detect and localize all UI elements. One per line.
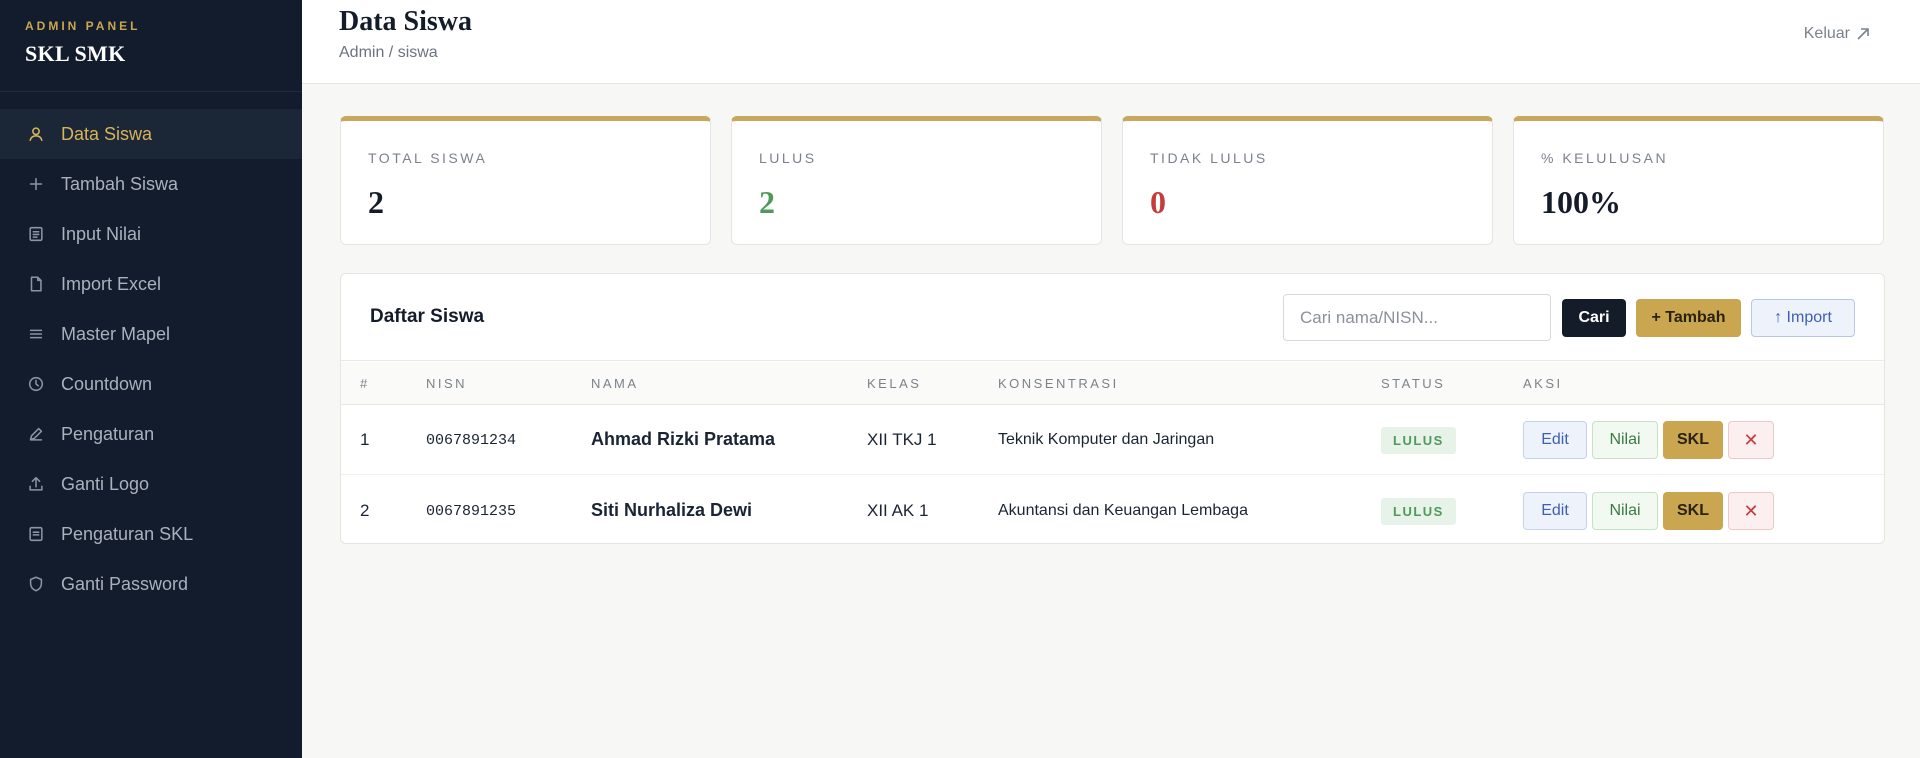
clock-icon (26, 374, 46, 394)
stat-value: 100% (1541, 184, 1621, 220)
pencil-icon (26, 424, 46, 444)
column-header-nisn: NISN (426, 376, 468, 391)
row-konsentrasi: Teknik Komputer dan Jaringan (998, 431, 1215, 448)
sidebar-item-pengaturan[interactable]: Pengaturan (0, 409, 302, 459)
nilai-button[interactable]: Nilai (1592, 421, 1658, 459)
sidebar-item-label: Tambah Siswa (61, 173, 179, 194)
sidebar: ADMIN PANEL SKL SMK Data Siswa Tambah Si… (0, 0, 302, 758)
menu-icon (26, 324, 46, 344)
file-icon (26, 274, 46, 294)
user-icon (26, 124, 46, 144)
panel-header: Daftar Siswa Cari + Tambah ↑ Import (341, 274, 1884, 361)
column-header-konsentrasi: KONSENTRASI (998, 376, 1119, 391)
table-row: 2 0067891235 Siti Nurhaliza Dewi XII AK … (341, 476, 1884, 543)
sidebar-item-input-nilai[interactable]: Input Nilai (0, 209, 302, 259)
skl-button[interactable]: SKL (1663, 421, 1723, 459)
sidebar-item-import-excel[interactable]: Import Excel (0, 259, 302, 309)
sidebar-item-tambah-siswa[interactable]: Tambah Siswa (0, 159, 302, 209)
row-nama: Siti Nurhaliza Dewi (591, 500, 753, 520)
breadcrumb: Admin / siswa (339, 44, 438, 61)
upload-icon (26, 474, 46, 494)
stat-value: 2 (759, 184, 775, 220)
row-nisn: 0067891234 (426, 432, 517, 449)
add-student-button[interactable]: + Tambah (1636, 299, 1741, 337)
row-nisn: 0067891235 (426, 503, 517, 520)
logout-link[interactable]: Keluar (1804, 25, 1870, 43)
search-input[interactable] (1283, 294, 1551, 341)
import-button[interactable]: ↑ Import (1751, 299, 1855, 337)
sidebar-item-label: Input Nilai (61, 223, 142, 244)
sidebar-item-pengaturan-skl[interactable]: Pengaturan SKL (0, 509, 302, 559)
stat-value: 0 (1150, 184, 1166, 220)
delete-button[interactable]: ✕ (1728, 492, 1774, 530)
table-header: # NISN NAMA KELAS KONSENTRASI STATUS AKS… (341, 362, 1884, 405)
list-icon (26, 224, 46, 244)
shield-icon (26, 574, 46, 594)
sidebar-item-label: Ganti Password (61, 573, 189, 594)
edit-button[interactable]: Edit (1523, 421, 1587, 459)
stat-label: LULUS (759, 150, 817, 166)
sidebar-item-label: Ganti Logo (61, 473, 150, 494)
skl-button[interactable]: SKL (1663, 492, 1723, 530)
stat-card-lulus: LULUS 2 (731, 116, 1102, 245)
row-number: 1 (360, 430, 370, 449)
page-header: Data Siswa Admin / siswa Keluar (302, 0, 1920, 84)
sidebar-item-label: Data Siswa (61, 123, 153, 144)
stat-label: TIDAK LULUS (1150, 150, 1268, 166)
row-number: 2 (360, 501, 370, 520)
sidebar-nav: Data Siswa Tambah Siswa Input Nilai Impo… (0, 109, 302, 609)
stat-card-kelulusan: % KELULUSAN 100% (1513, 116, 1884, 245)
status-badge: LULUS (1381, 498, 1456, 525)
external-arrow-icon (1857, 28, 1869, 40)
sidebar-item-master-mapel[interactable]: Master Mapel (0, 309, 302, 359)
student-table-panel: Daftar Siswa Cari + Tambah ↑ Import # NI… (340, 273, 1885, 544)
admin-panel-label: ADMIN PANEL (25, 19, 141, 33)
row-nama: Ahmad Rizki Pratama (591, 429, 776, 449)
sidebar-item-label: Master Mapel (61, 323, 171, 344)
sidebar-item-countdown[interactable]: Countdown (0, 359, 302, 409)
document-icon (26, 524, 46, 544)
row-konsentrasi: Akuntansi dan Keuangan Lembaga (998, 502, 1248, 519)
brand-title: SKL SMK (25, 41, 126, 66)
brand: ADMIN PANEL SKL SMK (0, 0, 302, 92)
sidebar-item-data-siswa[interactable]: Data Siswa (0, 109, 302, 159)
sidebar-item-label: Pengaturan SKL (61, 523, 194, 544)
table-row: 1 0067891234 Ahmad Rizki Pratama XII TKJ… (341, 405, 1884, 475)
edit-button[interactable]: Edit (1523, 492, 1587, 530)
sidebar-item-ganti-password[interactable]: Ganti Password (0, 559, 302, 609)
search-button[interactable]: Cari (1562, 299, 1626, 337)
sidebar-item-label: Import Excel (61, 273, 162, 294)
column-header-kelas: KELAS (867, 376, 922, 391)
stat-label: TOTAL SISWA (368, 150, 488, 166)
row-kelas: XII AK 1 (867, 501, 929, 520)
column-header-number: # (360, 376, 370, 391)
logout-label: Keluar (1803, 25, 1850, 42)
row-kelas: XII TKJ 1 (867, 430, 937, 449)
page-title: Data Siswa (339, 6, 473, 37)
column-header-nama: NAMA (591, 376, 639, 391)
sidebar-item-ganti-logo[interactable]: Ganti Logo (0, 459, 302, 509)
sidebar-item-label: Pengaturan (61, 423, 155, 444)
status-badge: LULUS (1381, 427, 1456, 454)
stat-label: % KELULUSAN (1541, 150, 1669, 166)
delete-button[interactable]: ✕ (1728, 421, 1774, 459)
stat-card-total-siswa: TOTAL SISWA 2 (340, 116, 711, 245)
panel-title: Daftar Siswa (370, 306, 485, 327)
stat-value: 2 (368, 184, 384, 220)
column-header-status: STATUS (1381, 376, 1446, 391)
stat-card-tidak-lulus: TIDAK LULUS 0 (1122, 116, 1493, 245)
plus-icon (26, 174, 46, 194)
column-header-aksi: AKSI (1523, 376, 1563, 391)
sidebar-item-label: Countdown (61, 373, 153, 394)
nilai-button[interactable]: Nilai (1592, 492, 1658, 530)
